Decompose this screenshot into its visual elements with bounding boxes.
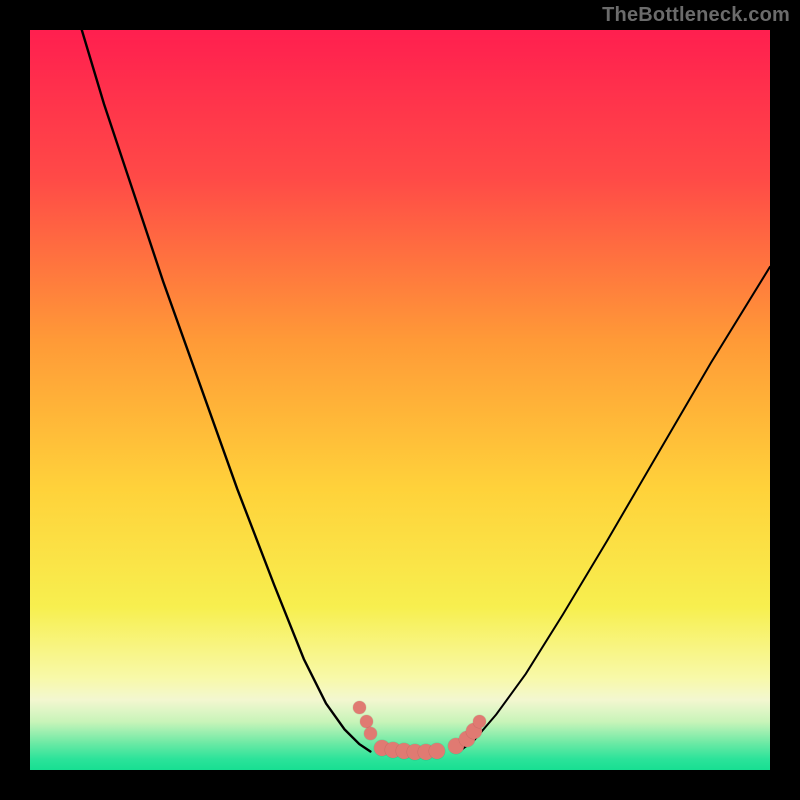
chart-stage: TheBottleneck.com [0, 0, 800, 800]
valley-dot [364, 727, 377, 740]
valley-dot [429, 743, 445, 759]
valley-dot [473, 715, 486, 728]
plot-area [30, 30, 770, 770]
valley-dot [353, 701, 366, 714]
watermark-text: TheBottleneck.com [602, 4, 790, 27]
dots-layer [30, 30, 770, 770]
